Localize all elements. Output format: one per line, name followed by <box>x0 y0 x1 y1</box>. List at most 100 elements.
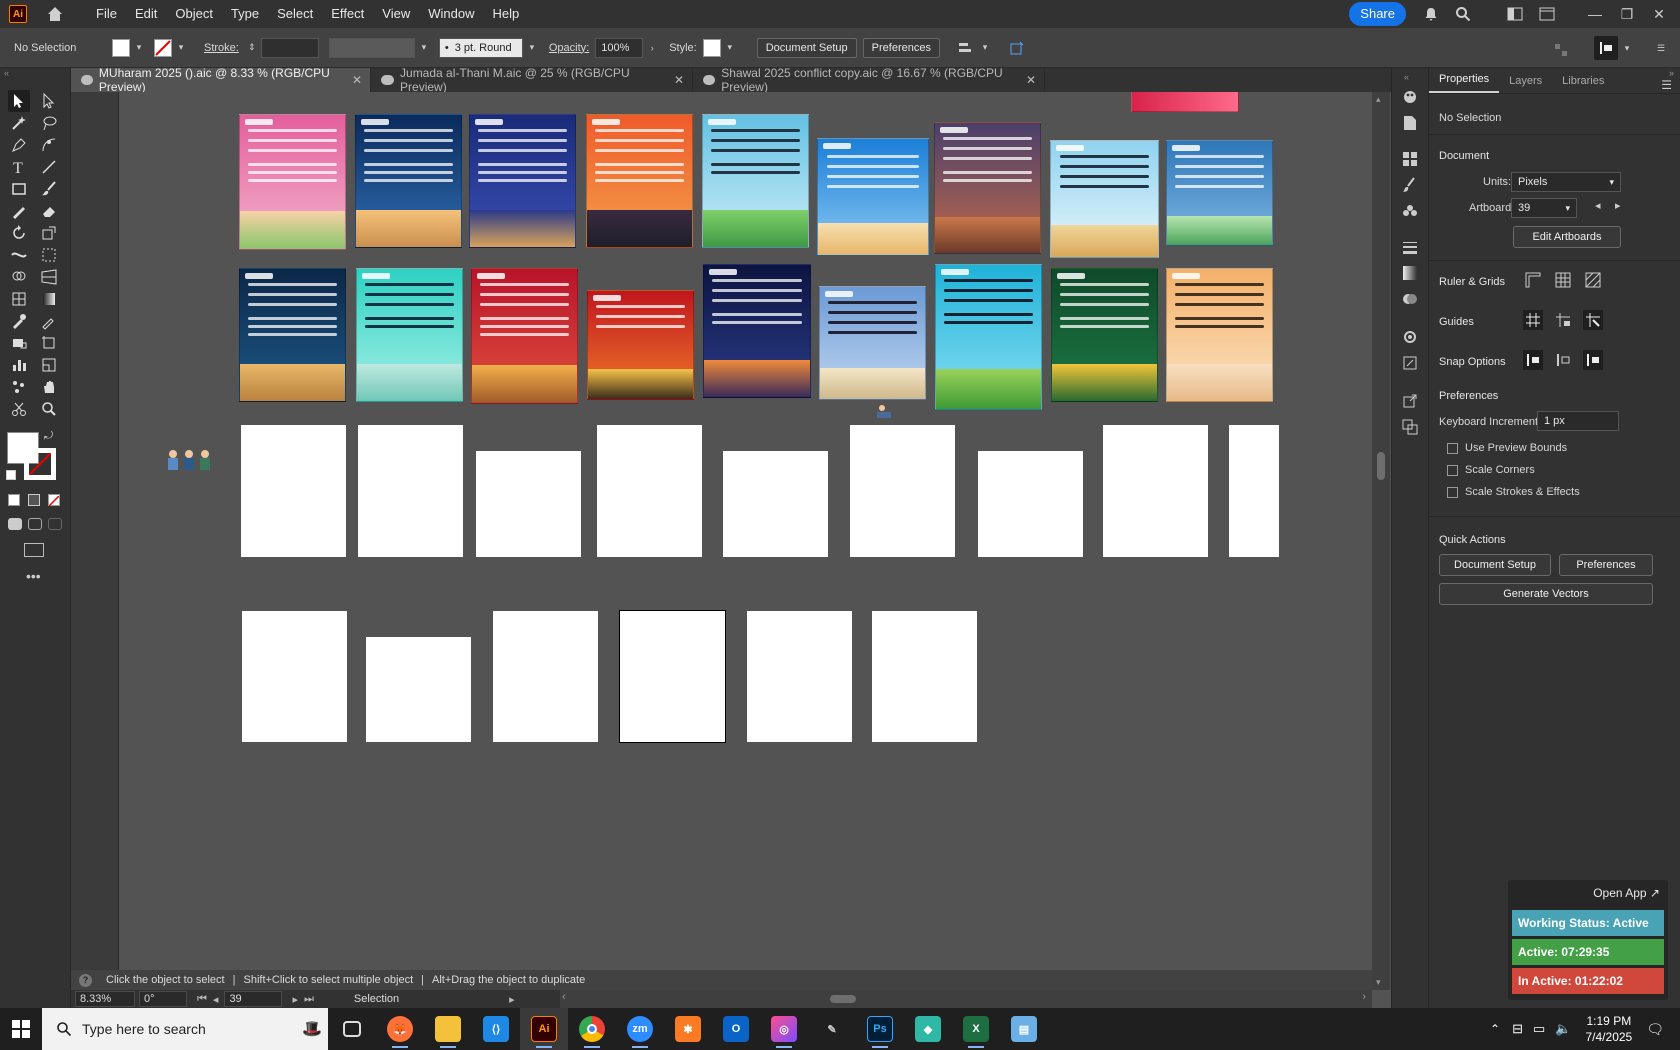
menu-help[interactable]: Help <box>483 0 528 28</box>
direct-selection-tool-icon[interactable] <box>38 90 60 112</box>
swap-fill-stroke-icon[interactable]: ⤾ <box>44 430 53 443</box>
canvas[interactable] <box>71 92 1391 1008</box>
task-view-icon[interactable] <box>328 1008 376 1050</box>
previous-artboard-icon[interactable]: ◂ <box>213 993 219 1006</box>
type-tool-icon[interactable]: T <box>8 156 30 178</box>
asset-export-icon[interactable] <box>1401 354 1419 372</box>
empty-artboard[interactable] <box>242 611 347 742</box>
chrome-icon[interactable] <box>568 1008 616 1050</box>
grid-icon[interactable] <box>1553 270 1573 290</box>
stroke-label[interactable]: Stroke: <box>204 42 239 54</box>
app-gem-icon[interactable]: ◆ <box>904 1008 952 1050</box>
brush-definition[interactable]: • 3 pt. Round <box>438 37 523 58</box>
lasso-tool-icon[interactable] <box>38 112 60 134</box>
close-window-icon[interactable]: ✕ <box>1648 3 1670 25</box>
grid-view-icon[interactable] <box>1401 150 1419 168</box>
menu-type[interactable]: Type <box>222 0 268 28</box>
draw-normal-icon[interactable] <box>8 518 22 530</box>
tray-overflow-icon[interactable]: ⌃ <box>1490 1022 1500 1036</box>
tab-libraries[interactable]: Libraries <box>1552 75 1614 93</box>
praying-figure-illustration[interactable] <box>874 404 894 420</box>
empty-artboard[interactable] <box>493 611 598 742</box>
lock-guides-icon[interactable] <box>1553 310 1573 330</box>
rotation-value[interactable]: 0° <box>139 991 187 1007</box>
edit-toolbar-icon[interactable]: ••• <box>26 568 41 584</box>
slice-tool-icon[interactable] <box>38 354 60 376</box>
poster-artboard[interactable] <box>817 138 929 256</box>
poster-artboard[interactable] <box>469 114 576 248</box>
eyedropper-alt-icon[interactable] <box>38 310 60 332</box>
ruler-icon[interactable] <box>1523 270 1543 290</box>
vertical-scroll-thumb[interactable] <box>1377 452 1385 480</box>
scale-corners-checkbox[interactable]: Scale Corners <box>1447 464 1535 476</box>
line-tool-icon[interactable] <box>38 156 60 178</box>
tab-shawal[interactable]: Shawal 2025 conflict copy.aic @ 16.67 % … <box>693 66 1045 94</box>
transparency-grid-icon[interactable] <box>1583 270 1603 290</box>
use-preview-bounds-checkbox[interactable]: Use Preview Bounds <box>1447 442 1567 454</box>
bell-icon[interactable] <box>1420 3 1442 25</box>
xampp-icon[interactable]: ✱ <box>664 1008 712 1050</box>
poster-artboard[interactable] <box>934 122 1041 254</box>
empty-artboard[interactable] <box>366 637 471 742</box>
artboard-number[interactable]: 39 <box>224 991 283 1007</box>
brushes-icon[interactable] <box>1401 176 1419 194</box>
free-transform-tool-icon[interactable] <box>38 244 60 266</box>
taskbar-search[interactable]: Type here to search 🎩 <box>42 1008 328 1050</box>
color-palette-icon[interactable] <box>1401 88 1419 106</box>
menu-select[interactable]: Select <box>268 0 322 28</box>
opacity-arrow[interactable]: › <box>643 38 661 58</box>
eraser-tool-icon[interactable] <box>38 200 60 222</box>
show-guides-icon[interactable] <box>1523 310 1543 330</box>
horizontal-scrollbar[interactable]: ‹ › <box>560 990 1372 1008</box>
poster-artboard[interactable] <box>239 268 346 402</box>
poster-artboard[interactable] <box>587 290 694 400</box>
symbols-icon[interactable] <box>1401 202 1419 220</box>
rotate-tool-icon[interactable] <box>8 222 30 244</box>
empty-artboard[interactable] <box>241 425 346 557</box>
control-bar-menu-icon[interactable]: ☰ <box>1652 38 1670 58</box>
appearance-icon[interactable] <box>1401 328 1419 346</box>
stroke-dropdown[interactable]: ▾ <box>172 38 190 58</box>
tab-jumada[interactable]: Jumada al-Thani M.aic @ 25 % (RGB/CPU Pr… <box>371 66 693 94</box>
opacity-input[interactable]: 100% <box>595 37 644 58</box>
stroke-swatch[interactable] <box>154 38 172 57</box>
panel-toggle-icon[interactable] <box>1594 36 1618 60</box>
poster-artboard[interactable] <box>356 268 463 402</box>
screen-mode-icon[interactable] <box>24 543 44 557</box>
export-icon[interactable] <box>1401 392 1419 410</box>
menu-effect[interactable]: Effect <box>322 0 373 28</box>
clock[interactable]: 1:19 PM 7/4/2025 <box>1586 1013 1633 1045</box>
poster-artboard[interactable] <box>239 114 346 250</box>
stroke-weight-input[interactable] <box>260 37 319 58</box>
scroll-left-icon[interactable]: ‹ <box>562 991 566 1003</box>
none-mode-icon[interactable] <box>48 494 60 507</box>
notifications-icon[interactable]: 🗨 <box>1646 1021 1664 1038</box>
stroke-indicator[interactable] <box>24 448 56 480</box>
panel-menu-icon[interactable]: ☰ <box>1661 78 1672 92</box>
empty-artboard[interactable] <box>476 451 581 557</box>
style-dropdown[interactable]: ▾ <box>721 38 739 58</box>
scroll-right-icon[interactable]: › <box>1362 991 1366 1003</box>
tab-layers[interactable]: Layers <box>1499 75 1552 93</box>
menu-view[interactable]: View <box>373 0 419 28</box>
menu-edit[interactable]: Edit <box>126 0 166 28</box>
preferences-button[interactable]: Preferences <box>862 37 940 58</box>
volume-icon[interactable]: 🔈 <box>1555 1021 1571 1037</box>
artboard-tool-icon[interactable] <box>38 332 60 354</box>
snap-to-glyph-icon[interactable] <box>1583 350 1603 370</box>
poster-artboard[interactable] <box>1051 268 1158 402</box>
poster-artboard[interactable] <box>935 264 1042 410</box>
brush-dropdown[interactable]: ▾ <box>523 38 541 58</box>
status-menu-arrow-icon[interactable]: ▸ <box>509 993 515 1006</box>
empty-artboard[interactable] <box>723 451 828 557</box>
mesh-tool-icon[interactable] <box>8 288 30 310</box>
poster-artboard[interactable] <box>355 114 462 248</box>
units-select[interactable]: Pixels ▾ <box>1511 172 1621 192</box>
panel-toggle-dropdown[interactable]: ▾ <box>1618 38 1636 58</box>
poster-artboard[interactable] <box>586 114 693 248</box>
style-swatch[interactable] <box>702 38 721 57</box>
restore-icon[interactable]: ❐ <box>1616 3 1638 25</box>
windows-start-icon[interactable] <box>0 1008 42 1050</box>
keyboard-increment-input[interactable]: 1 px <box>1537 411 1619 431</box>
pen-tool-icon[interactable] <box>8 134 30 156</box>
